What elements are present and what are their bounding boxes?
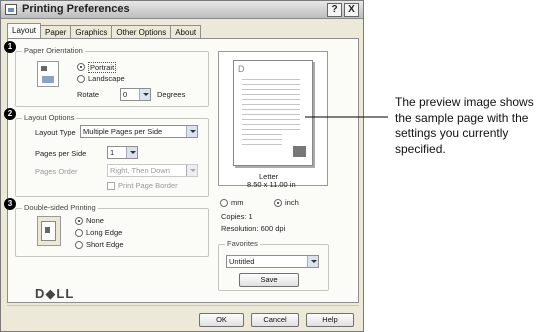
callout-text: The preview image shows the sample page … — [395, 95, 534, 156]
callout-pointer — [305, 116, 388, 118]
